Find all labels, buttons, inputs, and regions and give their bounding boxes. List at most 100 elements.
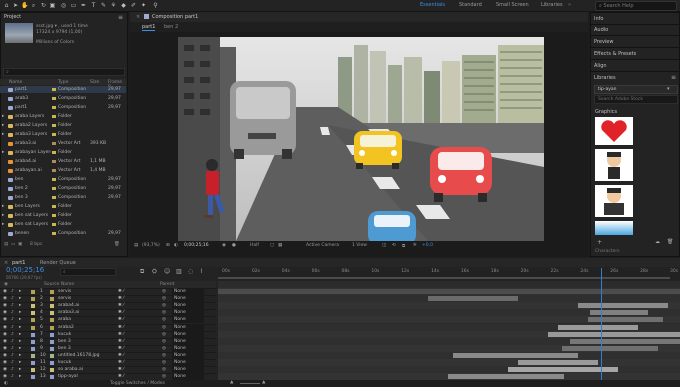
audio-icon[interactable]: ♪ [11,310,14,316]
layer-name[interactable]: araba4.ai [58,303,79,309]
expand-icon[interactable]: ▸ [19,303,21,309]
label-color-swatch[interactable] [31,361,35,365]
label-color-swatch[interactable] [52,169,56,172]
library-graphic-heart[interactable] [595,117,633,145]
parent-select[interactable]: None [172,303,204,310]
visibility-icon[interactable]: ◉ [3,296,7,302]
col-size[interactable]: Size [90,80,99,85]
expand-icon[interactable]: ▸ [19,296,21,302]
parent-select[interactable]: None [172,367,204,374]
project-item[interactable]: part1 Composition 29,97 [0,86,126,94]
characters-section-label[interactable]: Characters [595,249,620,254]
label-color-swatch[interactable] [52,151,56,154]
toggle-icon[interactable]: ◫ [382,243,386,248]
workspace-small-screen[interactable]: Small Screen [496,1,529,10]
label-color-swatch[interactable] [31,346,35,351]
layer-name[interactable]: kucuk [58,360,71,366]
layer-name[interactable]: ben 3 [58,346,71,352]
trash-icon[interactable]: 🗑 [667,239,673,245]
parent-select[interactable]: None [172,345,204,352]
audio-icon[interactable]: ♪ [11,353,14,359]
parent-select[interactable]: None [172,352,204,359]
layer-duration-bar[interactable] [588,317,663,323]
expand-icon[interactable]: ▸ [19,325,21,331]
layer-row[interactable]: ◉ ♪ ▸ 12 so araba.ai ✱ ⁄ ◎ None [0,366,216,374]
zoom-level[interactable]: (93,7%) [142,243,160,248]
eraser-tool-icon[interactable]: ◆ [120,2,127,9]
layer-duration-bar[interactable] [428,296,518,302]
work-area-bar[interactable] [218,277,670,279]
layer-switches[interactable]: ✱ ⁄ [118,317,124,323]
label-color-swatch[interactable] [52,214,56,217]
home-icon[interactable]: ⌂ [3,2,10,9]
visibility-icon[interactable]: ◉ [3,339,7,345]
project-item[interactable]: ▸ ben sat Layers Folder [0,212,126,219]
visibility-icon[interactable]: ◉ [3,353,7,359]
expand-icon[interactable]: ▸ [19,367,21,373]
pick-whip-icon[interactable]: ◎ [162,289,166,295]
transparency-grid-icon[interactable]: ▦ [278,243,282,248]
layer-switches[interactable]: ✱ ⁄ [118,296,124,302]
label-color-swatch[interactable] [52,187,56,190]
zoom-out-icon[interactable]: ▲ [230,380,233,385]
subtab-ben2[interactable]: ben 2 [164,24,178,30]
visibility-icon[interactable]: ◉ [3,289,7,295]
layer-name[interactable]: so araba.ai [58,367,83,373]
label-color-swatch[interactable] [31,318,35,323]
project-item[interactable]: part1 Composition 29,97 [0,104,126,111]
visibility-icon[interactable]: ◉ [3,317,7,323]
resolution-select[interactable]: Half [250,243,259,248]
layer-row[interactable]: ◉ ♪ ▸ 1 servis ✱ ⁄ ◎ None [0,288,216,295]
flowchart-icon[interactable]: ⧉ [402,243,405,249]
audio-icon[interactable]: ♪ [11,339,14,345]
audio-icon[interactable]: ♪ [11,332,14,338]
layer-row[interactable]: ◉ ♪ ▸ 7 kucuk ✱ ⁄ ◎ None [0,330,216,338]
visibility-icon[interactable]: ◉ [3,346,7,352]
info-panel-tab[interactable]: Info [594,16,603,22]
layer-duration-bar[interactable] [570,338,680,344]
layer-search-input[interactable]: ⌕ [60,268,116,276]
pick-whip-icon[interactable]: ◎ [162,303,166,309]
label-color-swatch[interactable] [52,124,56,127]
parent-select[interactable]: None [172,324,204,331]
layer-duration-bar[interactable] [558,324,638,330]
pick-whip-icon[interactable]: ◎ [162,360,166,366]
composition-tab[interactable]: Composition part1 [152,14,198,20]
layer-duration-bar[interactable] [518,360,598,365]
project-item[interactable]: benen Composition 29,97 [0,230,126,237]
pick-whip-icon[interactable]: ◎ [162,310,166,316]
expand-icon[interactable]: ▸ [2,212,4,219]
layer-duration-bar[interactable] [448,374,564,380]
stock-search-input[interactable]: Search Adobe Stock [594,95,678,104]
project-item[interactable]: ▸ ben Layers Folder [0,203,126,210]
camera-tool-icon[interactable]: ▣ [49,2,56,9]
zoom-tool-icon[interactable]: ⌕ [30,2,37,9]
project-item[interactable]: ben Composition 29,97 [0,176,126,183]
layer-switches[interactable]: ✱ ⁄ [118,346,124,352]
fast-preview-icon[interactable]: ⟲ [392,243,396,248]
layer-name[interactable]: kucuk [58,332,71,338]
expand-icon[interactable]: ▸ [2,221,4,228]
layer-row[interactable]: ◉ ♪ ▸ 8 ben 3 ✱ ⁄ ◎ None [0,337,216,345]
current-time[interactable]: 0;00;25;16 [184,243,209,248]
label-color-swatch[interactable] [31,311,35,316]
expand-icon[interactable]: ▸ [2,122,4,129]
layer-switches[interactable]: ✱ ⁄ [118,325,124,331]
hand-tool-icon[interactable]: ✋ [21,2,28,9]
composition-mini-flowchart-icon[interactable]: ⧉ [140,268,144,276]
label-color-swatch[interactable] [31,304,35,309]
project-search-input[interactable]: ⌕ [3,68,125,76]
selection-tool-icon[interactable]: ➤ [12,2,19,9]
library-select[interactable]: tip-ayan ▾ [594,85,678,94]
add-icon[interactable]: + [597,239,602,246]
label-color-swatch[interactable] [31,368,35,373]
layer-name[interactable]: untitled.16178.jpg [58,353,100,359]
layer-duration-bar[interactable] [578,303,668,309]
visibility-icon[interactable]: ◉ [3,360,7,366]
label-color-swatch[interactable] [31,290,35,294]
audio-icon[interactable]: ♪ [11,303,14,309]
new-composition-icon[interactable]: ▣ [18,242,22,247]
col-type[interactable]: Type [58,80,68,85]
layer-row[interactable]: ◉ ♪ ▸ 6 araba2 ✱ ⁄ ◎ None [0,323,216,331]
pick-whip-icon[interactable]: ◎ [162,367,166,373]
